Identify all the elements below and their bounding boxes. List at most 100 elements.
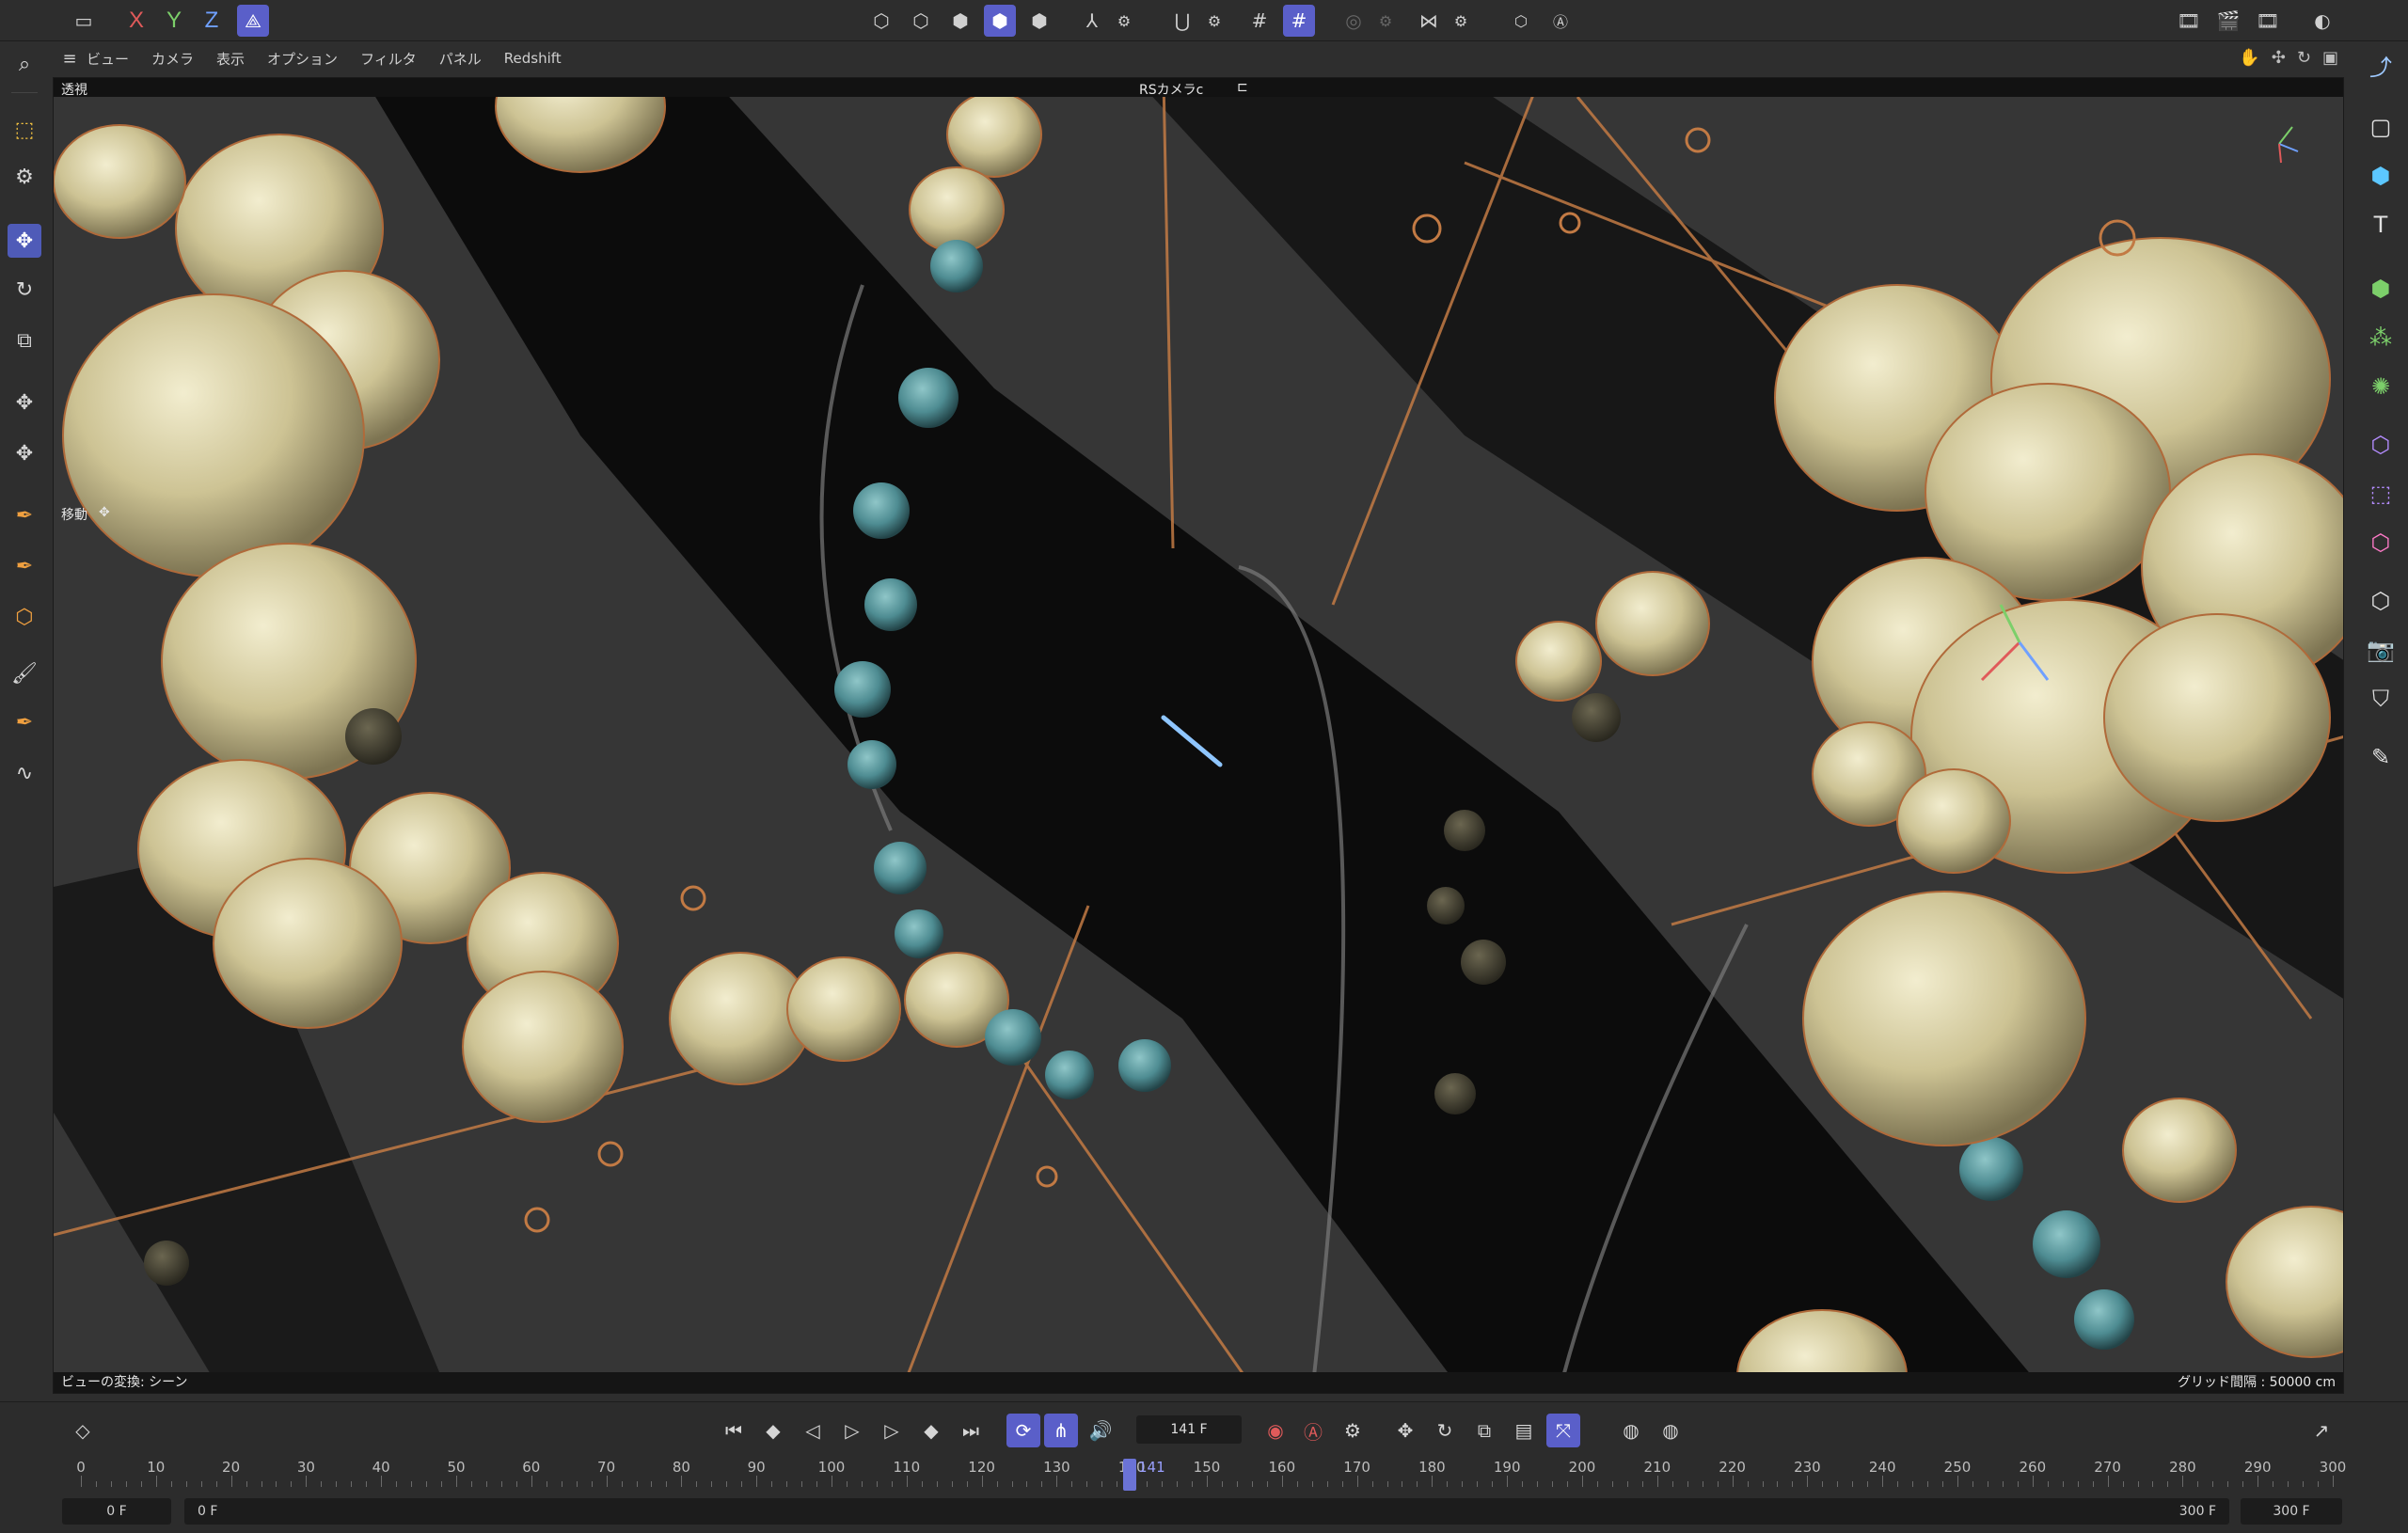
axis-mode-icon[interactable]: ⅄ — [1076, 5, 1108, 37]
render-view-icon[interactable]: 🎞 — [2173, 5, 2205, 37]
light-icon[interactable]: ⛉ — [2363, 681, 2399, 717]
selection-settings-icon[interactable]: ⚙ — [8, 160, 41, 194]
menu-camera[interactable]: カメラ — [151, 49, 194, 69]
view-mode-label[interactable]: 透視 — [61, 80, 87, 99]
auto-keying-icon[interactable]: Ⓐ — [1545, 5, 1576, 37]
deformer-icon[interactable]: ✺ — [2363, 369, 2399, 404]
symmetry-gear-icon[interactable]: ⚙ — [1445, 5, 1477, 37]
timeline-graph-icon[interactable]: ↗ — [2305, 1414, 2338, 1447]
keyframe-selection-icon[interactable]: ⚙ — [1336, 1414, 1370, 1447]
timeline-settings-icon[interactable]: ◍ — [1654, 1414, 1687, 1447]
scale-tool-icon[interactable]: ⧉ — [8, 324, 41, 357]
snap-icon[interactable]: ⋃ — [1166, 5, 1198, 37]
scale-key-icon[interactable]: ⧉ — [1467, 1414, 1501, 1447]
axis-y-toggle[interactable]: Y — [158, 5, 190, 37]
go-to-end-icon[interactable]: ⏭ — [954, 1414, 988, 1447]
previous-frame-icon[interactable]: ◁ — [796, 1414, 830, 1447]
viewport-3d[interactable]: 透視 RSカメラc ⊏ 移動 ✥ ビューの変換: シーン グリッド間隔 : 50… — [53, 77, 2344, 1394]
autokey-icon[interactable]: Ⓐ — [1296, 1414, 1330, 1447]
text-spline-icon[interactable]: T — [2363, 207, 2399, 243]
preview-range-slider[interactable]: 0 F 300 F — [184, 1498, 2229, 1525]
soft-selection-icon[interactable]: ◎ — [1338, 5, 1370, 37]
rotation-key-icon[interactable]: ↻ — [1428, 1414, 1462, 1447]
orbit-icon[interactable]: ↻ — [2297, 48, 2311, 68]
workplane-icon[interactable]: # — [1283, 5, 1315, 37]
tag-icon[interactable]: ✎ — [2363, 739, 2399, 775]
axis-z-toggle[interactable]: Z — [196, 5, 228, 37]
previous-key-icon[interactable]: ◆ — [756, 1414, 790, 1447]
render-active-view-icon[interactable]: 🎬 — [2212, 5, 2244, 37]
record-keyframe-icon[interactable]: ◉ — [1259, 1414, 1292, 1447]
layout-icon[interactable]: ◐ — [2306, 5, 2338, 37]
brush-icon[interactable]: 🖌 — [8, 656, 41, 690]
go-to-start-icon[interactable]: ⏮ — [717, 1414, 751, 1447]
render-region-icon[interactable]: ⬡ — [1505, 5, 1537, 37]
search-icon[interactable]: ⌕ — [8, 47, 41, 81]
generator-icon[interactable]: ⬡ — [2363, 525, 2399, 561]
undo-history-icon[interactable]: ▭ — [68, 5, 100, 37]
move-tool-icon[interactable]: ✥ — [8, 224, 41, 258]
keyframe-diamond-icon[interactable]: ◇ — [66, 1414, 100, 1447]
current-frame-field[interactable]: 141 F — [1136, 1415, 1242, 1444]
dolly-icon[interactable]: ✣ — [2272, 48, 2286, 68]
null-object-icon[interactable]: ▢ — [2363, 109, 2399, 145]
axis-settings-gear-icon[interactable]: ⚙ — [1108, 5, 1140, 37]
uv-mode-icon[interactable]: ⬢ — [1023, 5, 1055, 37]
menu-view[interactable]: ビュー — [87, 49, 129, 69]
live-selection-icon[interactable]: ⬚ — [8, 113, 41, 147]
axis-x-toggle[interactable]: X — [120, 5, 152, 37]
rotate-tool-icon[interactable]: ↻ — [8, 273, 41, 307]
sound-icon[interactable]: 🔊 — [1084, 1414, 1117, 1447]
polygons-mode-icon[interactable]: ⬢ — [944, 5, 976, 37]
next-key-icon[interactable]: ◆ — [914, 1414, 948, 1447]
subdivision-surface-icon[interactable]: ⬢ — [2363, 271, 2399, 307]
viewport-menu-icon[interactable]: ≡ — [53, 49, 87, 69]
parameter-key-icon[interactable]: ▤ — [1507, 1414, 1541, 1447]
grid-snap-icon[interactable]: # — [1244, 5, 1275, 37]
placement-tool-icon[interactable]: ✥ — [8, 436, 41, 470]
play-icon[interactable]: ▷ — [835, 1414, 869, 1447]
menu-display[interactable]: 表示 — [216, 49, 245, 69]
points-mode-icon[interactable]: ⬡ — [865, 5, 897, 37]
environment-icon[interactable]: ⬡ — [2363, 583, 2399, 619]
loop-icon[interactable]: ⟳ — [1006, 1414, 1040, 1447]
cube-primitive-icon[interactable]: ⬢ — [2363, 158, 2399, 194]
end-frame-field[interactable]: 300 F — [2241, 1498, 2342, 1525]
magnet-icon[interactable]: ∿ — [8, 756, 41, 790]
knife-icon[interactable]: ✒ — [8, 705, 41, 739]
position-key-icon[interactable]: ✥ — [1388, 1414, 1422, 1447]
spline-sketch-icon[interactable]: ✒ — [8, 549, 41, 583]
render-settings-icon[interactable]: 🎞 — [2252, 5, 2284, 37]
snap-settings-gear-icon[interactable]: ⚙ — [1198, 5, 1230, 37]
next-frame-icon[interactable]: ▷ — [875, 1414, 909, 1447]
ruler-tick-label: 40 — [372, 1459, 390, 1476]
point-level-anim-icon[interactable]: ⤧ — [1546, 1414, 1580, 1447]
menu-redshift[interactable]: Redshift — [504, 50, 562, 67]
timeline-ruler[interactable]: 0102030405060708090100110120130140150160… — [66, 1459, 2346, 1489]
spline-pen-icon[interactable]: ✒ — [8, 498, 41, 532]
edges-mode-icon[interactable]: ⬡ — [905, 5, 937, 37]
model-mode-icon[interactable]: ⬢ — [984, 5, 1016, 37]
symmetry-icon[interactable]: ⋈ — [1413, 5, 1445, 37]
camera-icon[interactable]: 📷 — [2363, 632, 2399, 668]
active-camera-label[interactable]: RSカメラc — [1139, 80, 1203, 99]
playhead[interactable] — [1123, 1459, 1136, 1491]
maximize-view-icon[interactable]: ▣ — [2322, 48, 2338, 68]
coordinate-manager-icon[interactable]: ⤴ — [2363, 47, 2399, 83]
soft-selection-gear-icon[interactable]: ⚙ — [1370, 5, 1402, 37]
menu-options[interactable]: オプション — [267, 49, 338, 69]
coordinate-system-icon[interactable]: ⟁ — [237, 5, 269, 37]
scene-object-icon[interactable]: ⬚ — [2363, 476, 2399, 512]
transfer-tool-icon[interactable]: ✥ — [8, 386, 41, 419]
pan-icon[interactable]: ✋ — [2239, 48, 2259, 68]
ruler-tick-label: 290 — [2243, 1459, 2272, 1476]
cloner-icon[interactable]: ⁂ — [2363, 320, 2399, 356]
menu-filter[interactable]: フィルタ — [360, 49, 417, 69]
spline-boolean-icon[interactable]: ⬡ — [8, 600, 41, 634]
menu-panel[interactable]: パネル — [439, 49, 482, 69]
field-icon[interactable]: ⬡ — [2363, 427, 2399, 463]
playback-rate-icon[interactable]: ⋔ — [1044, 1414, 1078, 1447]
camera-link-icon[interactable]: ⊏ — [1237, 80, 1248, 95]
motion-system-icon[interactable]: ◍ — [1614, 1414, 1648, 1447]
start-frame-field[interactable]: 0 F — [62, 1498, 171, 1525]
